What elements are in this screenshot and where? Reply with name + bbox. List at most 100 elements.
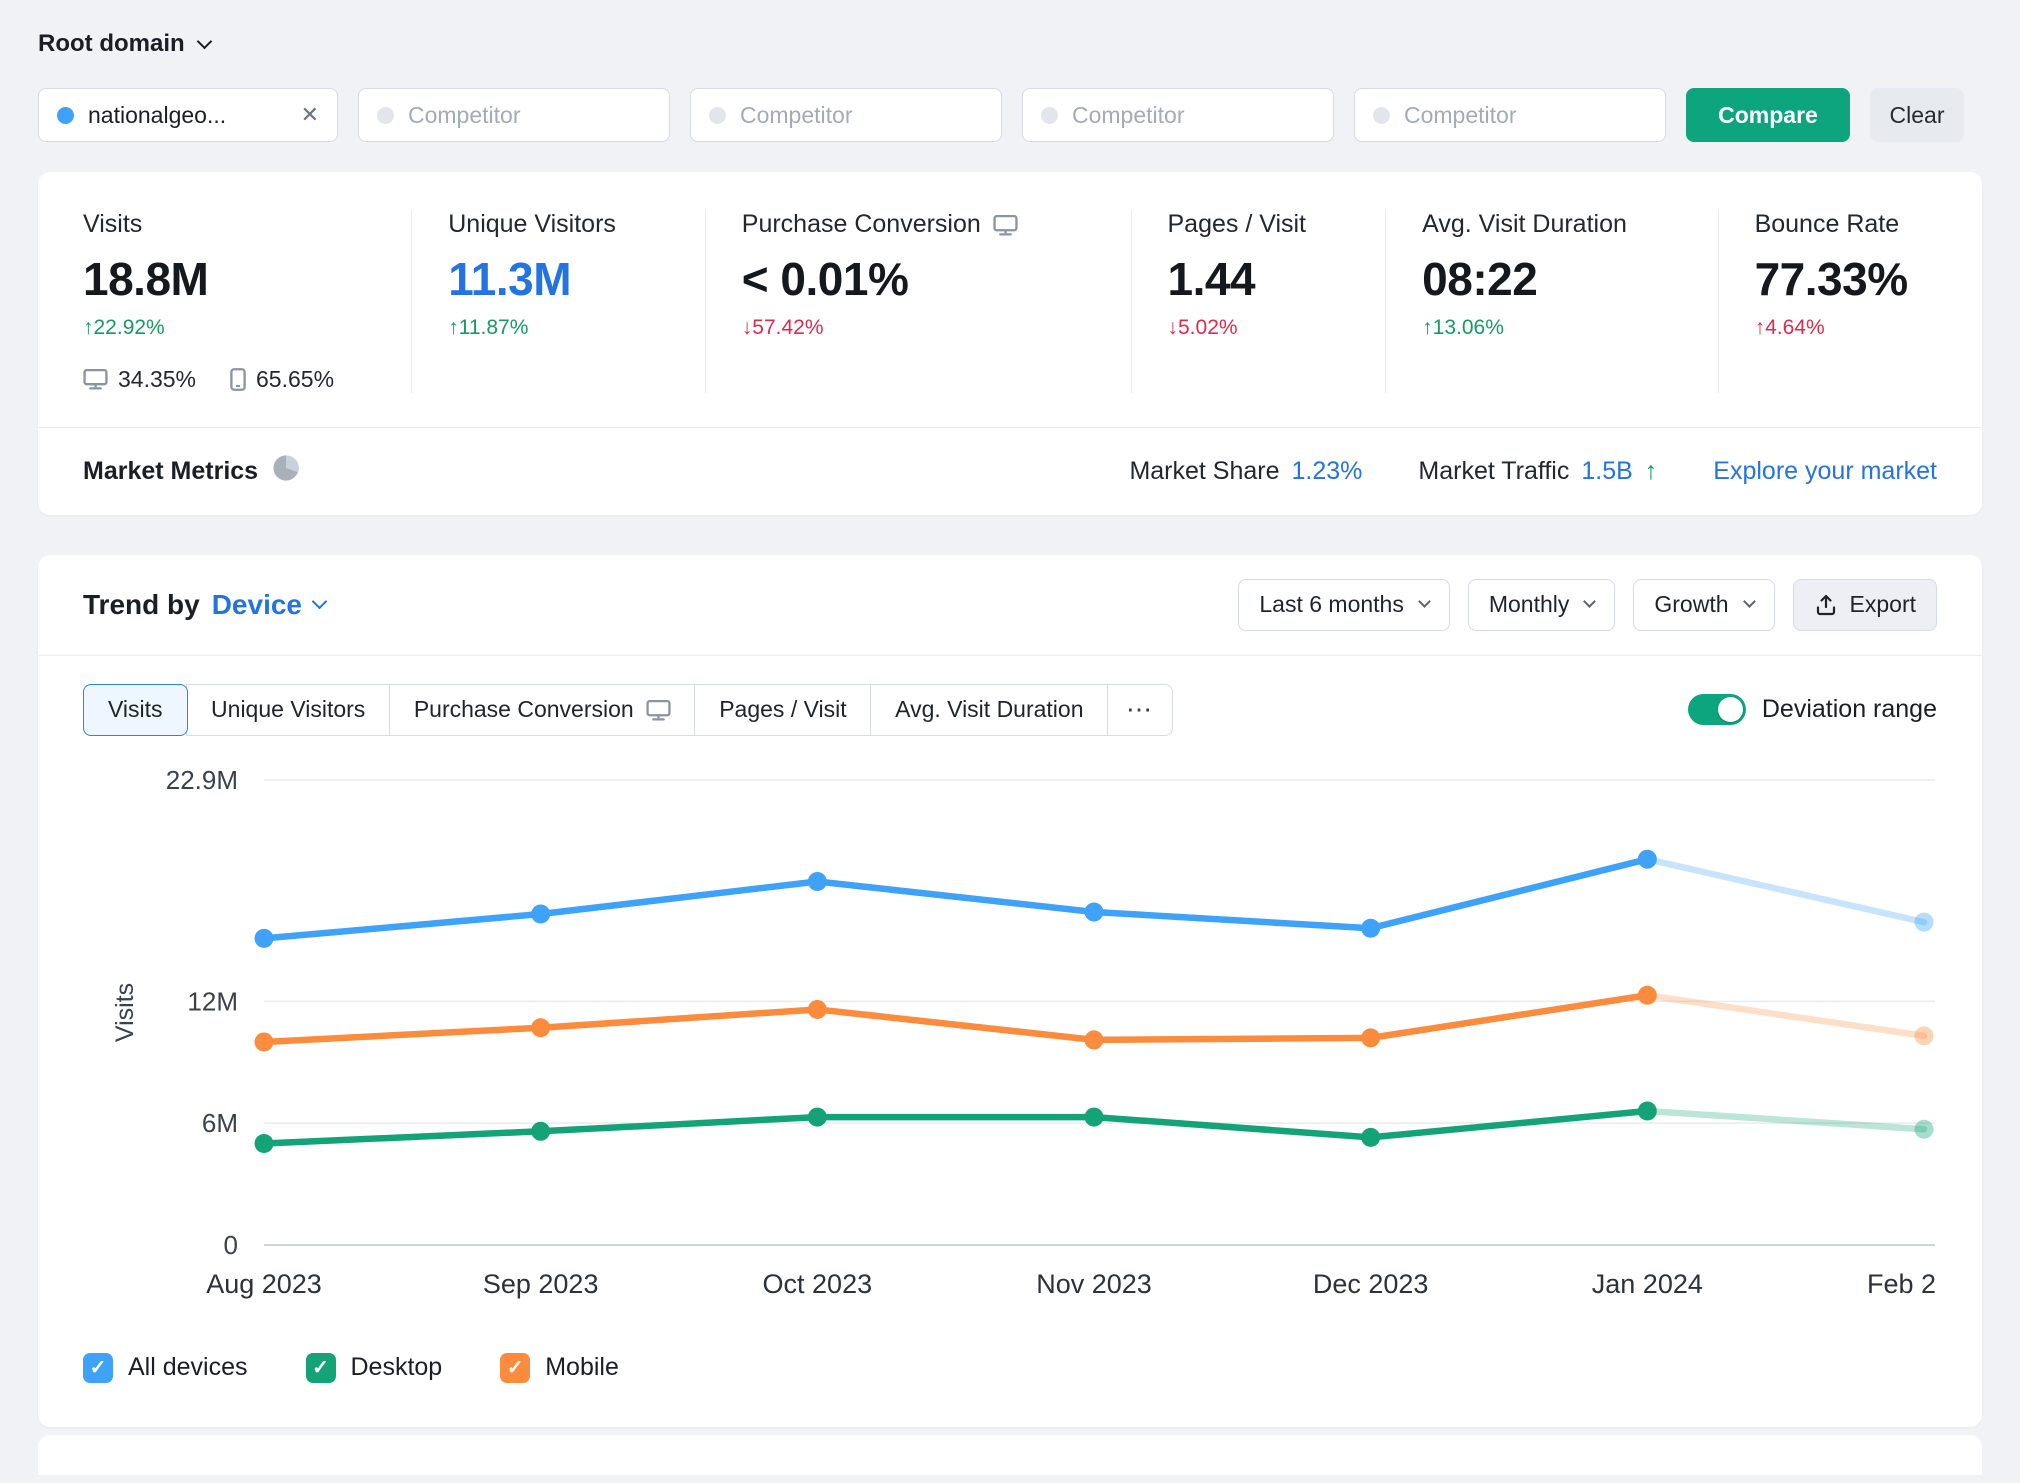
root-domain-label: Root domain bbox=[38, 30, 185, 58]
svg-text:Oct 2023: Oct 2023 bbox=[763, 1269, 873, 1299]
metric-purchase-conversion: Purchase Conversion < 0.01% ↓57.42% bbox=[705, 210, 1131, 393]
close-icon[interactable]: ✕ bbox=[301, 102, 319, 128]
period-dropdown[interactable]: Last 6 months bbox=[1238, 579, 1449, 631]
metric-change: ↑4.64% bbox=[1755, 316, 1966, 340]
metric-pages-per-visit: Pages / Visit 1.44 ↓5.02% bbox=[1131, 210, 1386, 393]
tab-more-metrics[interactable]: ⋯ bbox=[1107, 684, 1173, 736]
domain-chip[interactable]: nationalgeo... ✕ bbox=[38, 88, 338, 142]
metrics-card: Visits 18.8M ↑22.92% 34.35% 65.65% Uniqu… bbox=[38, 172, 1982, 515]
svg-text:Visits: Visits bbox=[111, 983, 139, 1042]
tab-pages-per-visit[interactable]: Pages / Visit bbox=[694, 684, 871, 736]
desktop-share-value: 34.35% bbox=[118, 366, 196, 393]
desktop-only-icon bbox=[646, 699, 671, 721]
metric-tabs-row: Visits Unique Visitors Purchase Conversi… bbox=[38, 656, 1982, 736]
market-share: Market Share 1.23% bbox=[1129, 457, 1362, 486]
metric-label: Visits bbox=[83, 210, 395, 239]
svg-text:22.9M: 22.9M bbox=[166, 765, 238, 795]
competitor-input-1[interactable] bbox=[358, 88, 670, 142]
metric-value: 08:22 bbox=[1422, 253, 1701, 306]
chevron-down-icon bbox=[196, 33, 212, 49]
tab-avg-visit-duration[interactable]: Avg. Visit Duration bbox=[870, 684, 1108, 736]
metric-value: 77.33% bbox=[1755, 253, 1966, 306]
metric-value: 18.8M bbox=[83, 253, 395, 306]
market-metrics-icon bbox=[272, 454, 300, 489]
metric-value: < 0.01% bbox=[742, 253, 1115, 306]
trend-device-selector[interactable]: Device bbox=[212, 589, 325, 621]
clear-button[interactable]: Clear bbox=[1870, 88, 1964, 142]
deviation-toggle[interactable] bbox=[1688, 694, 1746, 725]
root-domain-selector[interactable]: Root domain bbox=[38, 30, 1982, 58]
competitor-field-2[interactable] bbox=[740, 102, 983, 129]
metric-change: ↑22.92% bbox=[83, 316, 395, 340]
svg-text:Dec 2023: Dec 2023 bbox=[1313, 1269, 1429, 1299]
trend-header: Trend by Device Last 6 months Monthly Gr… bbox=[38, 555, 1982, 656]
metric-change: ↓5.02% bbox=[1168, 316, 1370, 340]
metric-label: Avg. Visit Duration bbox=[1422, 210, 1701, 239]
metric-value[interactable]: 11.3M bbox=[448, 253, 689, 306]
market-metrics-title-group: Market Metrics bbox=[83, 454, 300, 489]
legend-label: Desktop bbox=[351, 1353, 443, 1382]
metric-change: ↓57.42% bbox=[742, 316, 1115, 340]
tab-purchase-conversion[interactable]: Purchase Conversion bbox=[389, 684, 696, 736]
competitor-input-4[interactable] bbox=[1354, 88, 1666, 142]
export-button[interactable]: Export bbox=[1793, 579, 1937, 631]
svg-text:Nov 2023: Nov 2023 bbox=[1036, 1269, 1152, 1299]
next-section-card-edge bbox=[38, 1435, 1982, 1475]
mode-dropdown[interactable]: Growth bbox=[1633, 579, 1774, 631]
chevron-down-icon bbox=[1418, 596, 1431, 609]
metric-avg-visit-duration: Avg. Visit Duration 08:22 ↑13.06% bbox=[1385, 210, 1717, 393]
metric-value: 1.44 bbox=[1168, 253, 1370, 306]
legend-desktop[interactable]: ✓ Desktop bbox=[306, 1353, 443, 1383]
chart-legend: ✓ All devices ✓ Desktop ✓ Mobile bbox=[38, 1325, 1982, 1427]
metric-label: Pages / Visit bbox=[1168, 210, 1370, 239]
legend-mobile[interactable]: ✓ Mobile bbox=[500, 1353, 619, 1383]
market-share-label: Market Share bbox=[1129, 457, 1279, 486]
market-metrics-row: Market Metrics Market Share 1.23% Market… bbox=[38, 427, 1982, 515]
explore-market-link[interactable]: Explore your market bbox=[1713, 457, 1937, 486]
compare-button[interactable]: Compare bbox=[1686, 88, 1850, 142]
metric-change: ↑11.87% bbox=[448, 316, 689, 340]
deviation-range-control: Deviation range bbox=[1688, 694, 1937, 725]
checkbox-checked-icon[interactable]: ✓ bbox=[306, 1353, 336, 1383]
market-traffic-value[interactable]: 1.5B bbox=[1581, 457, 1632, 486]
metric-bounce-rate: Bounce Rate 77.33% ↑4.64% bbox=[1718, 210, 1982, 393]
tab-visits[interactable]: Visits bbox=[83, 684, 188, 736]
competitor-color-dot bbox=[1373, 107, 1390, 124]
competitor-field-4[interactable] bbox=[1404, 102, 1647, 129]
market-traffic-label: Market Traffic bbox=[1418, 457, 1569, 486]
trend-chart[interactable]: 22.9M12M6M0VisitsAug 2023Sep 2023Oct 202… bbox=[83, 750, 1937, 1325]
metric-label: Unique Visitors bbox=[448, 210, 689, 239]
compare-bar: nationalgeo... ✕ Compare Clear bbox=[38, 88, 1982, 142]
chart-area: 22.9M12M6M0VisitsAug 2023Sep 2023Oct 202… bbox=[38, 736, 1982, 1325]
competitor-field-3[interactable] bbox=[1072, 102, 1315, 129]
metric-label: Bounce Rate bbox=[1755, 210, 1966, 239]
granularity-dropdown[interactable]: Monthly bbox=[1468, 579, 1616, 631]
svg-text:6M: 6M bbox=[202, 1108, 238, 1138]
competitor-input-3[interactable] bbox=[1022, 88, 1334, 142]
tab-unique-visitors[interactable]: Unique Visitors bbox=[186, 684, 390, 736]
svg-text:Feb 2024: Feb 2024 bbox=[1867, 1269, 1937, 1299]
mobile-icon bbox=[230, 368, 246, 391]
market-metrics-title: Market Metrics bbox=[83, 457, 258, 486]
domain-chip-label: nationalgeo... bbox=[88, 102, 287, 129]
trend-title-prefix: Trend by bbox=[83, 589, 200, 621]
legend-all-devices[interactable]: ✓ All devices bbox=[83, 1353, 248, 1383]
metric-label: Purchase Conversion bbox=[742, 210, 1115, 239]
competitor-input-2[interactable] bbox=[690, 88, 1002, 142]
checkbox-checked-icon[interactable]: ✓ bbox=[83, 1353, 113, 1383]
desktop-icon bbox=[83, 368, 108, 390]
chevron-down-icon bbox=[312, 594, 328, 610]
mobile-share-value: 65.65% bbox=[256, 366, 334, 393]
deviation-label: Deviation range bbox=[1762, 695, 1937, 724]
metrics-grid: Visits 18.8M ↑22.92% 34.35% 65.65% Uniqu… bbox=[38, 172, 1982, 427]
export-icon bbox=[1814, 593, 1838, 617]
svg-text:Jan 2024: Jan 2024 bbox=[1592, 1269, 1703, 1299]
market-metrics-values: Market Share 1.23% Market Traffic 1.5B ↑… bbox=[1129, 457, 1937, 486]
legend-label: All devices bbox=[128, 1353, 248, 1382]
market-share-value[interactable]: 1.23% bbox=[1292, 457, 1363, 486]
checkbox-checked-icon[interactable]: ✓ bbox=[500, 1353, 530, 1383]
svg-text:12M: 12M bbox=[187, 986, 238, 1016]
competitor-field-1[interactable] bbox=[408, 102, 651, 129]
competitor-color-dot bbox=[377, 107, 394, 124]
chevron-down-icon bbox=[1743, 596, 1756, 609]
